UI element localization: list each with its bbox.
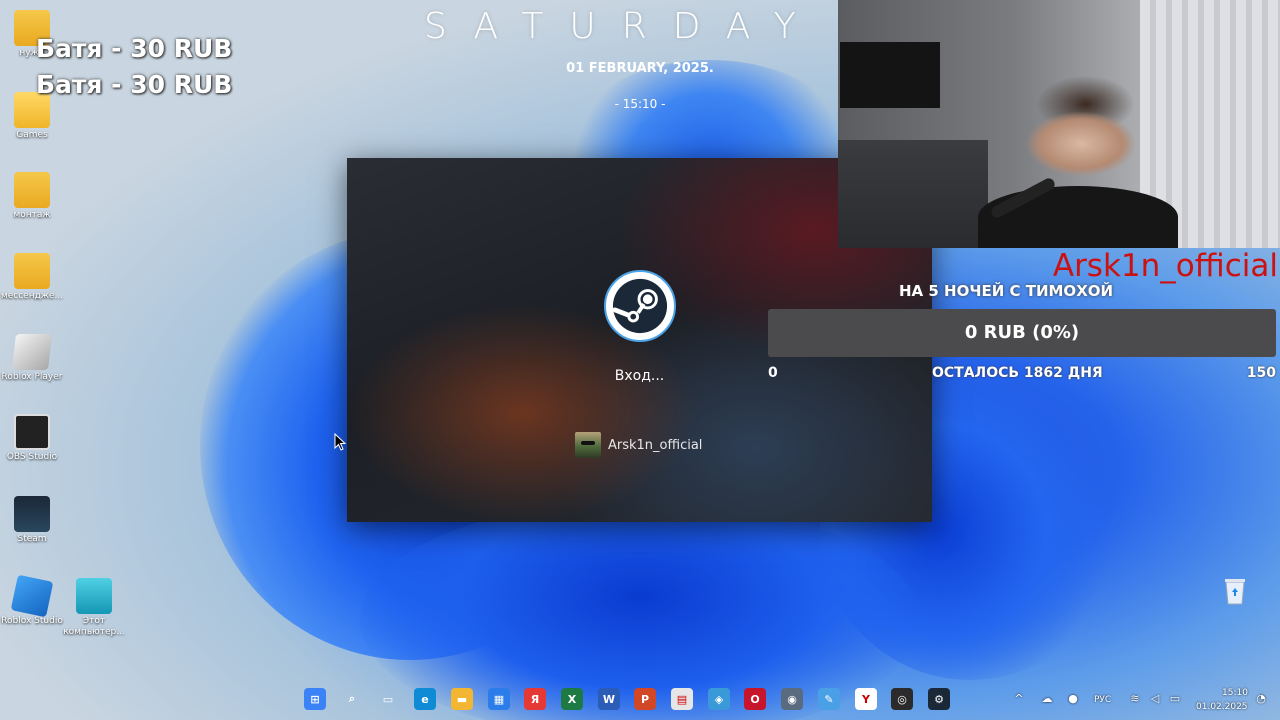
roblox-studio-icon — [10, 574, 54, 618]
obs-icon — [14, 414, 50, 450]
webcam-tv — [840, 42, 940, 108]
edge-icon[interactable]: e — [414, 688, 436, 710]
obs-taskbar-icon[interactable]: ◎ — [891, 688, 913, 710]
battery-icon[interactable]: ▭ — [1168, 693, 1182, 705]
start-icon[interactable]: ⊞ — [304, 688, 326, 710]
paint-icon[interactable]: ✎ — [818, 688, 840, 710]
search-icon[interactable]: ⌕ — [341, 688, 363, 710]
desktop-icon-folder-games[interactable]: Games — [0, 92, 64, 141]
desktop-icon-label: Roblox Player — [1, 372, 63, 382]
webcam-feed — [838, 0, 1280, 248]
file-explorer-icon[interactable]: ▬ — [451, 688, 473, 710]
donation-alert: Батя - 30 RUB — [36, 34, 233, 63]
donation-alert: Батя - 30 RUB — [36, 70, 233, 99]
goal-remaining: ОСТАЛОСЬ 1862 ДНЯ — [932, 365, 1103, 381]
goal-max: 150 — [1246, 365, 1276, 381]
yandex-icon[interactable]: Я — [524, 688, 546, 710]
language-indicator[interactable]: РУС — [1094, 695, 1111, 705]
account-name: Arsk1n_official — [608, 437, 703, 453]
steam-taskbar-icon[interactable]: ⚙ — [928, 688, 950, 710]
wifi-icon[interactable]: ≋ — [1128, 693, 1142, 705]
login-status-text: Вход... — [614, 368, 665, 384]
store-icon[interactable]: ▦ — [488, 688, 510, 710]
desktop-icon-label: Games — [16, 130, 48, 140]
printer-icon[interactable]: ▤ — [671, 688, 693, 710]
roblox-player-icon — [12, 334, 52, 370]
desktop-icon-label: мессендже... — [0, 291, 64, 301]
desktop-icon-roblox-player[interactable]: Roblox Player — [0, 334, 64, 383]
folder-icon — [14, 253, 50, 289]
tray-clock-date[interactable]: 01.02.2025 — [1196, 702, 1248, 712]
camera-icon[interactable]: ◉ — [781, 688, 803, 710]
desktop-icon-this-pc[interactable]: Этот компьютер... — [62, 578, 126, 638]
weekday-widget: SATURDAY — [424, 6, 822, 47]
goal-author: Arsk1n_official — [1052, 248, 1278, 284]
goal-progress-bar: 0 RUB (0%) — [768, 309, 1276, 357]
notification-bell-icon[interactable]: ◔ — [1254, 693, 1268, 705]
desktop-icon-folder-montazh[interactable]: монтаж — [0, 172, 64, 221]
recycle-bin-icon[interactable] — [1218, 574, 1252, 608]
goal-min: 0 — [768, 365, 778, 381]
webcam-cabinet — [838, 140, 988, 248]
desktop-icon-obs-studio[interactable]: OBS Studio — [0, 414, 64, 463]
word-icon[interactable]: W — [598, 688, 620, 710]
avatar — [575, 432, 601, 458]
desktop-icon-folder-messengers[interactable]: мессендже... — [0, 253, 64, 302]
goal-title: НА 5 НОЧЕЙ С ТИМОХОЙ — [899, 282, 1114, 300]
microphone-icon[interactable]: ● — [1066, 693, 1080, 705]
webcam-person — [978, 186, 1178, 248]
tray-overflow-chevron-icon[interactable]: ^ — [1012, 693, 1026, 705]
date-widget: 01 FEBRUARY, 2025. — [566, 61, 714, 76]
time-widget: - 15:10 - — [614, 97, 666, 111]
task-view-icon[interactable]: ▭ — [377, 688, 399, 710]
excel-icon[interactable]: X — [561, 688, 583, 710]
opera-icon[interactable]: O — [744, 688, 766, 710]
desktop-icon-label: Этот компьютер... — [63, 616, 125, 637]
yandex-browser-icon[interactable]: Y — [855, 688, 877, 710]
desktop-icon-roblox-studio[interactable]: Roblox Studio — [0, 574, 64, 627]
desktop-icon-label: Roblox Studio — [1, 616, 63, 626]
cloud-icon[interactable]: ☁ — [1040, 693, 1054, 705]
computer-icon — [76, 578, 112, 614]
network-app-icon[interactable]: ◈ — [708, 688, 730, 710]
desktop-icon-label: OBS Studio — [6, 452, 58, 462]
folder-icon — [14, 172, 50, 208]
mouse-cursor-icon — [334, 433, 346, 451]
steam-account: Arsk1n_official — [575, 432, 702, 458]
powerpoint-icon[interactable]: P — [634, 688, 656, 710]
tray-clock-time[interactable]: 15:10 — [1222, 688, 1248, 698]
desktop-icon-label: Steam — [17, 534, 47, 544]
volume-muted-icon[interactable]: ◁ — [1148, 693, 1162, 705]
desktop-icon-label: монтаж — [13, 210, 51, 220]
desktop-icon-steam[interactable]: Steam — [0, 496, 64, 545]
steam-logo-icon — [604, 270, 676, 342]
steam-icon — [14, 496, 50, 532]
goal-progress-label: 0 RUB (0%) — [964, 322, 1080, 343]
